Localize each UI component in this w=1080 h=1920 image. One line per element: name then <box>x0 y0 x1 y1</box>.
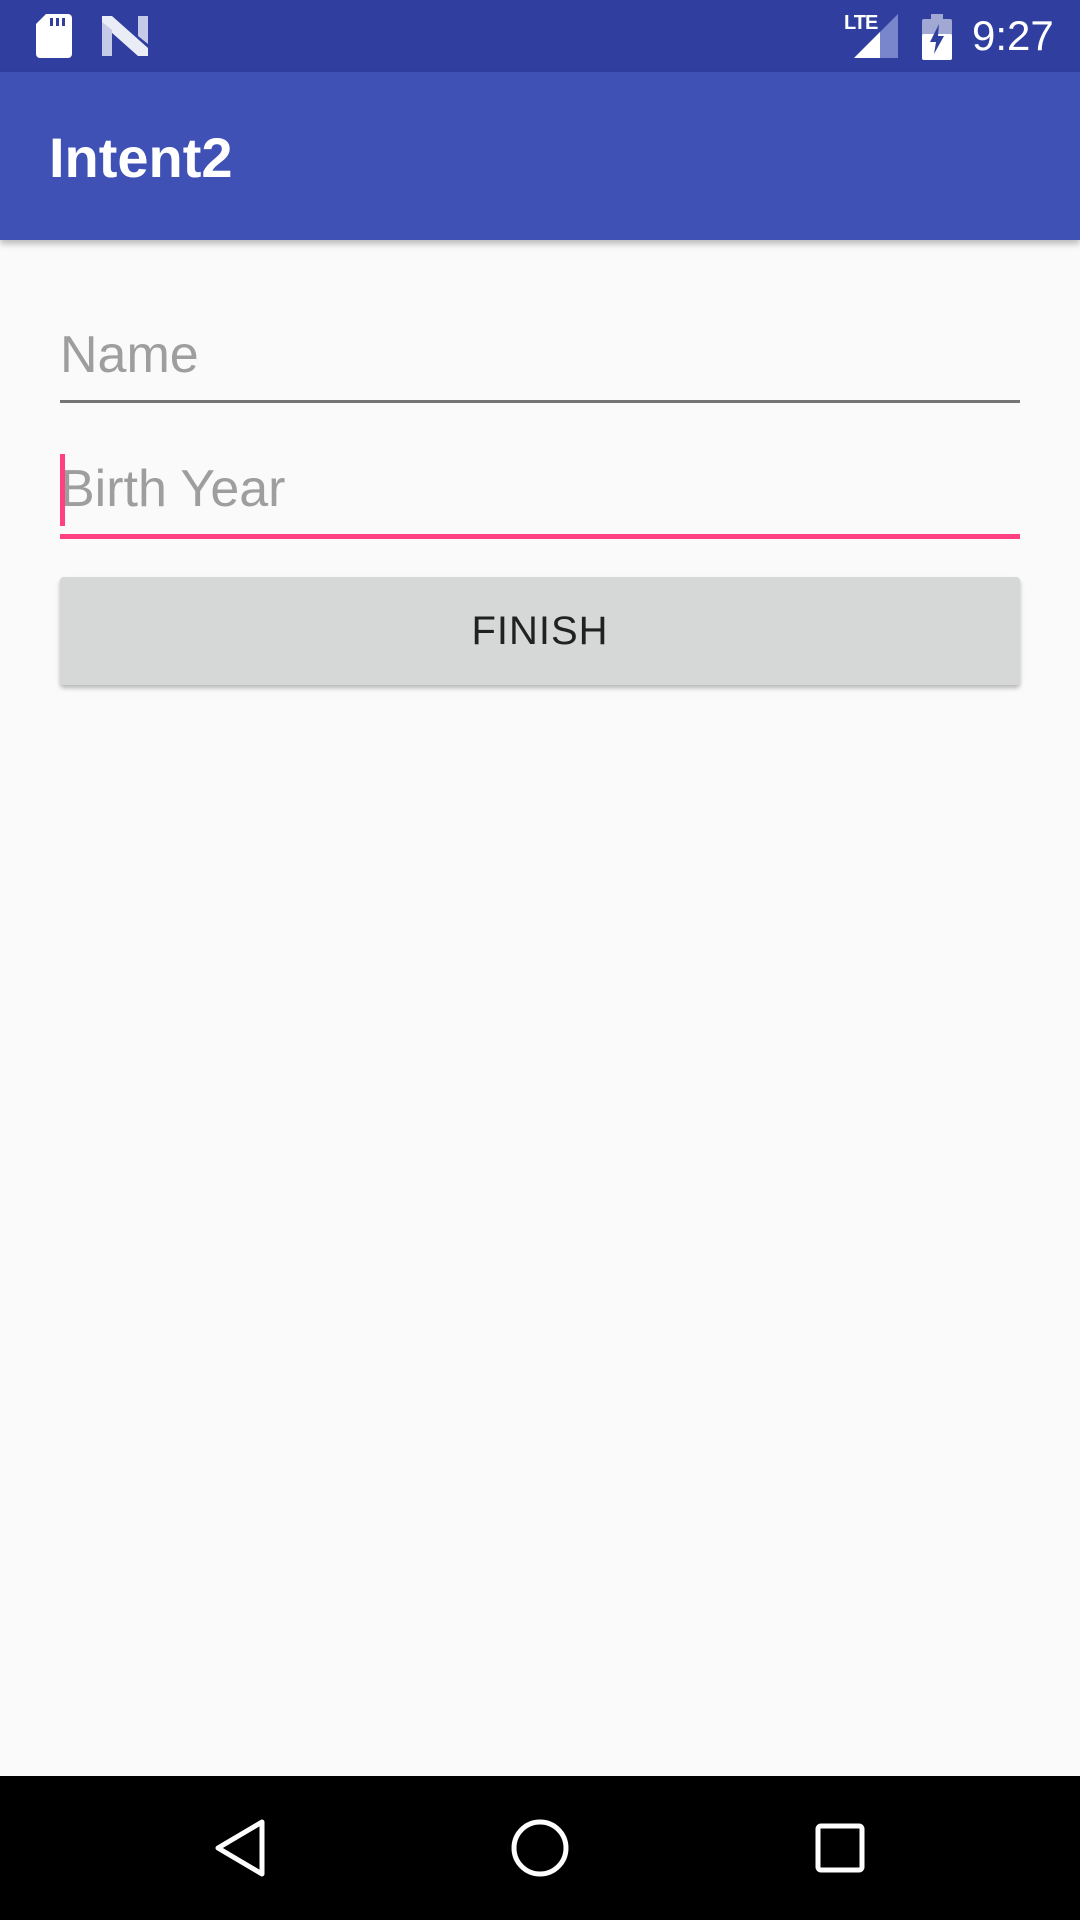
navigation-bar <box>0 1776 1080 1920</box>
birth-year-field[interactable] <box>60 452 1020 539</box>
battery-charging-icon <box>922 14 952 60</box>
sd-card-icon <box>36 14 72 58</box>
home-icon[interactable] <box>508 1816 572 1880</box>
n-logo-icon <box>102 16 148 56</box>
recents-icon[interactable] <box>808 1816 872 1880</box>
signal-icon <box>854 14 898 58</box>
app-bar: Intent2 <box>0 72 1080 240</box>
finish-button[interactable]: FINISH <box>60 577 1020 685</box>
screen: LTE 9:27 Intent2 FINISH <box>0 0 1080 1920</box>
name-field[interactable] <box>60 318 1020 403</box>
name-input[interactable] <box>60 318 1020 392</box>
app-title: Intent2 <box>49 126 233 189</box>
status-bar: LTE 9:27 <box>0 0 1080 72</box>
status-clock: 9:27 <box>972 12 1054 59</box>
back-icon[interactable] <box>208 1816 272 1880</box>
text-cursor <box>60 454 65 526</box>
birth-year-input[interactable] <box>60 452 1020 526</box>
